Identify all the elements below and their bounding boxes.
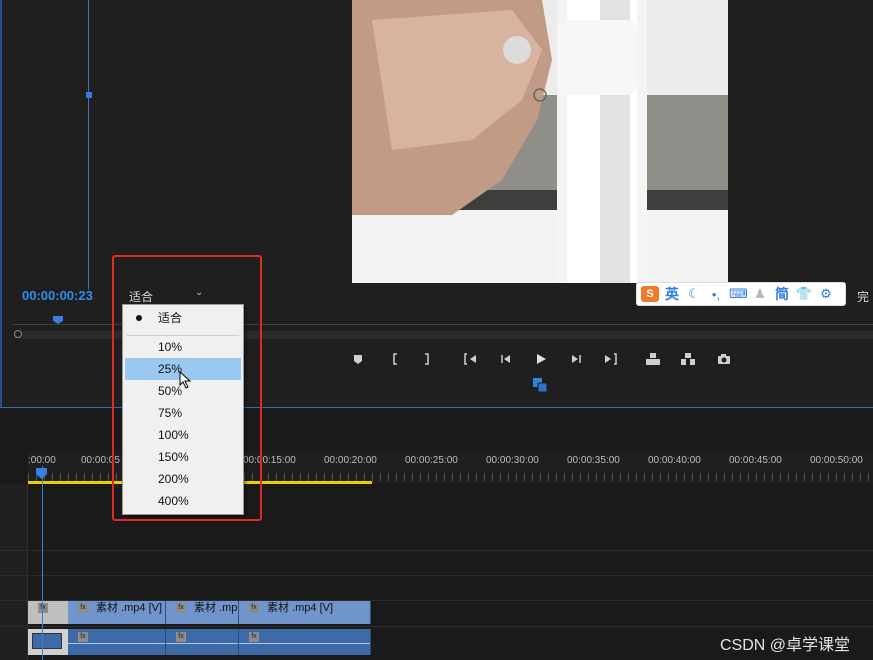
marker-icon: [354, 355, 362, 364]
clip-label: 素材 .mp4 [V]: [96, 602, 163, 614]
track-headers: [0, 484, 28, 660]
lift-button[interactable]: [644, 351, 662, 367]
video-clip-selected[interactable]: fx: [28, 601, 68, 624]
video-preview: [352, 0, 728, 283]
play-icon: [537, 354, 546, 364]
ime-toolbar: S 英 ☾ •, ⌨ ♟ 简 👕 ⚙: [636, 282, 846, 306]
go-to-out-icon: [605, 353, 617, 365]
audio-clip[interactable]: fx: [239, 629, 371, 655]
fx-icon: fx: [176, 603, 186, 613]
ruler-label: :00:00: [28, 455, 56, 466]
clip-label: 素材 .mp: [194, 602, 238, 614]
step-forward-icon: [572, 355, 581, 363]
playback-resolution-label[interactable]: 完: [857, 288, 869, 305]
moon-icon[interactable]: ☾: [685, 286, 703, 302]
ruler-label: 00:00:30:00: [486, 455, 539, 466]
go-to-in-icon: [464, 353, 476, 365]
watermark: CSDN @卓学课堂: [720, 637, 851, 654]
ime-language-toggle[interactable]: 英: [663, 284, 681, 304]
camera-icon: [718, 354, 730, 364]
fx-icon: fx: [78, 603, 88, 613]
highlight-annotation-box: [112, 255, 262, 521]
timeline-playhead-line: [42, 466, 43, 660]
guide-line: [88, 0, 89, 290]
shirt-icon[interactable]: 👕: [795, 286, 813, 302]
zoom-scroll-handle[interactable]: [14, 330, 22, 338]
ruler-label: 00:00:35:00: [567, 455, 620, 466]
go-to-in-button[interactable]: [462, 351, 480, 367]
extract-button[interactable]: [679, 351, 697, 367]
audio-clip-selected[interactable]: [28, 629, 68, 655]
playhead-timecode[interactable]: 00:00:00:23: [22, 288, 93, 303]
step-forward-button[interactable]: [567, 351, 585, 367]
ruler-label: 00:00:45:00: [729, 455, 782, 466]
button-editor-icon: [533, 378, 548, 393]
fx-icon: fx: [249, 603, 259, 613]
video-clip[interactable]: fx 素材 .mp4 [V]: [68, 601, 166, 624]
guide-handle[interactable]: [86, 92, 92, 98]
fx-icon: fx: [78, 632, 88, 642]
fx-icon: fx: [176, 632, 186, 642]
keyboard-icon[interactable]: ⌨: [729, 286, 748, 302]
extract-icon: [681, 353, 695, 365]
track-divider: [0, 626, 873, 627]
lift-icon: [646, 353, 660, 365]
button-editor[interactable]: [532, 377, 548, 393]
mark-out-button[interactable]: [418, 351, 436, 367]
add-marker-button[interactable]: [349, 351, 367, 367]
export-frame-button[interactable]: [715, 351, 733, 367]
punctuation-icon[interactable]: •,: [707, 287, 725, 302]
ruler-label: 00:00:20:00: [324, 455, 377, 466]
ime-simplified-toggle[interactable]: 简: [773, 284, 791, 304]
step-back-button[interactable]: [497, 351, 515, 367]
video-frame-image: [352, 0, 728, 283]
fx-icon: fx: [249, 632, 259, 642]
video-clip[interactable]: fx 素材 .mp: [166, 601, 239, 624]
track-divider: [0, 550, 873, 551]
mark-out-icon: [425, 353, 429, 365]
step-back-icon: [501, 355, 510, 363]
audio-clip[interactable]: fx: [68, 629, 166, 655]
audio-clip[interactable]: fx: [166, 629, 239, 655]
play-button[interactable]: [532, 351, 550, 367]
user-icon[interactable]: ♟: [751, 286, 769, 302]
ruler-label: 00:00:50:00: [810, 455, 863, 466]
track-divider: [0, 575, 873, 576]
go-to-out-button[interactable]: [601, 351, 619, 367]
ruler-label: 00:00:40:00: [648, 455, 701, 466]
monitor-left-edge: [0, 0, 2, 407]
ruler-label: 00:00:25:00: [405, 455, 458, 466]
video-clip[interactable]: fx 素材 .mp4 [V]: [239, 601, 371, 624]
gear-icon[interactable]: ⚙: [817, 286, 835, 302]
sogou-logo-icon[interactable]: S: [641, 286, 659, 302]
fx-icon: fx: [38, 603, 48, 613]
mark-in-icon: [393, 353, 397, 365]
mark-in-button[interactable]: [386, 351, 404, 367]
clip-label: 素材 .mp4 [V]: [267, 602, 334, 614]
